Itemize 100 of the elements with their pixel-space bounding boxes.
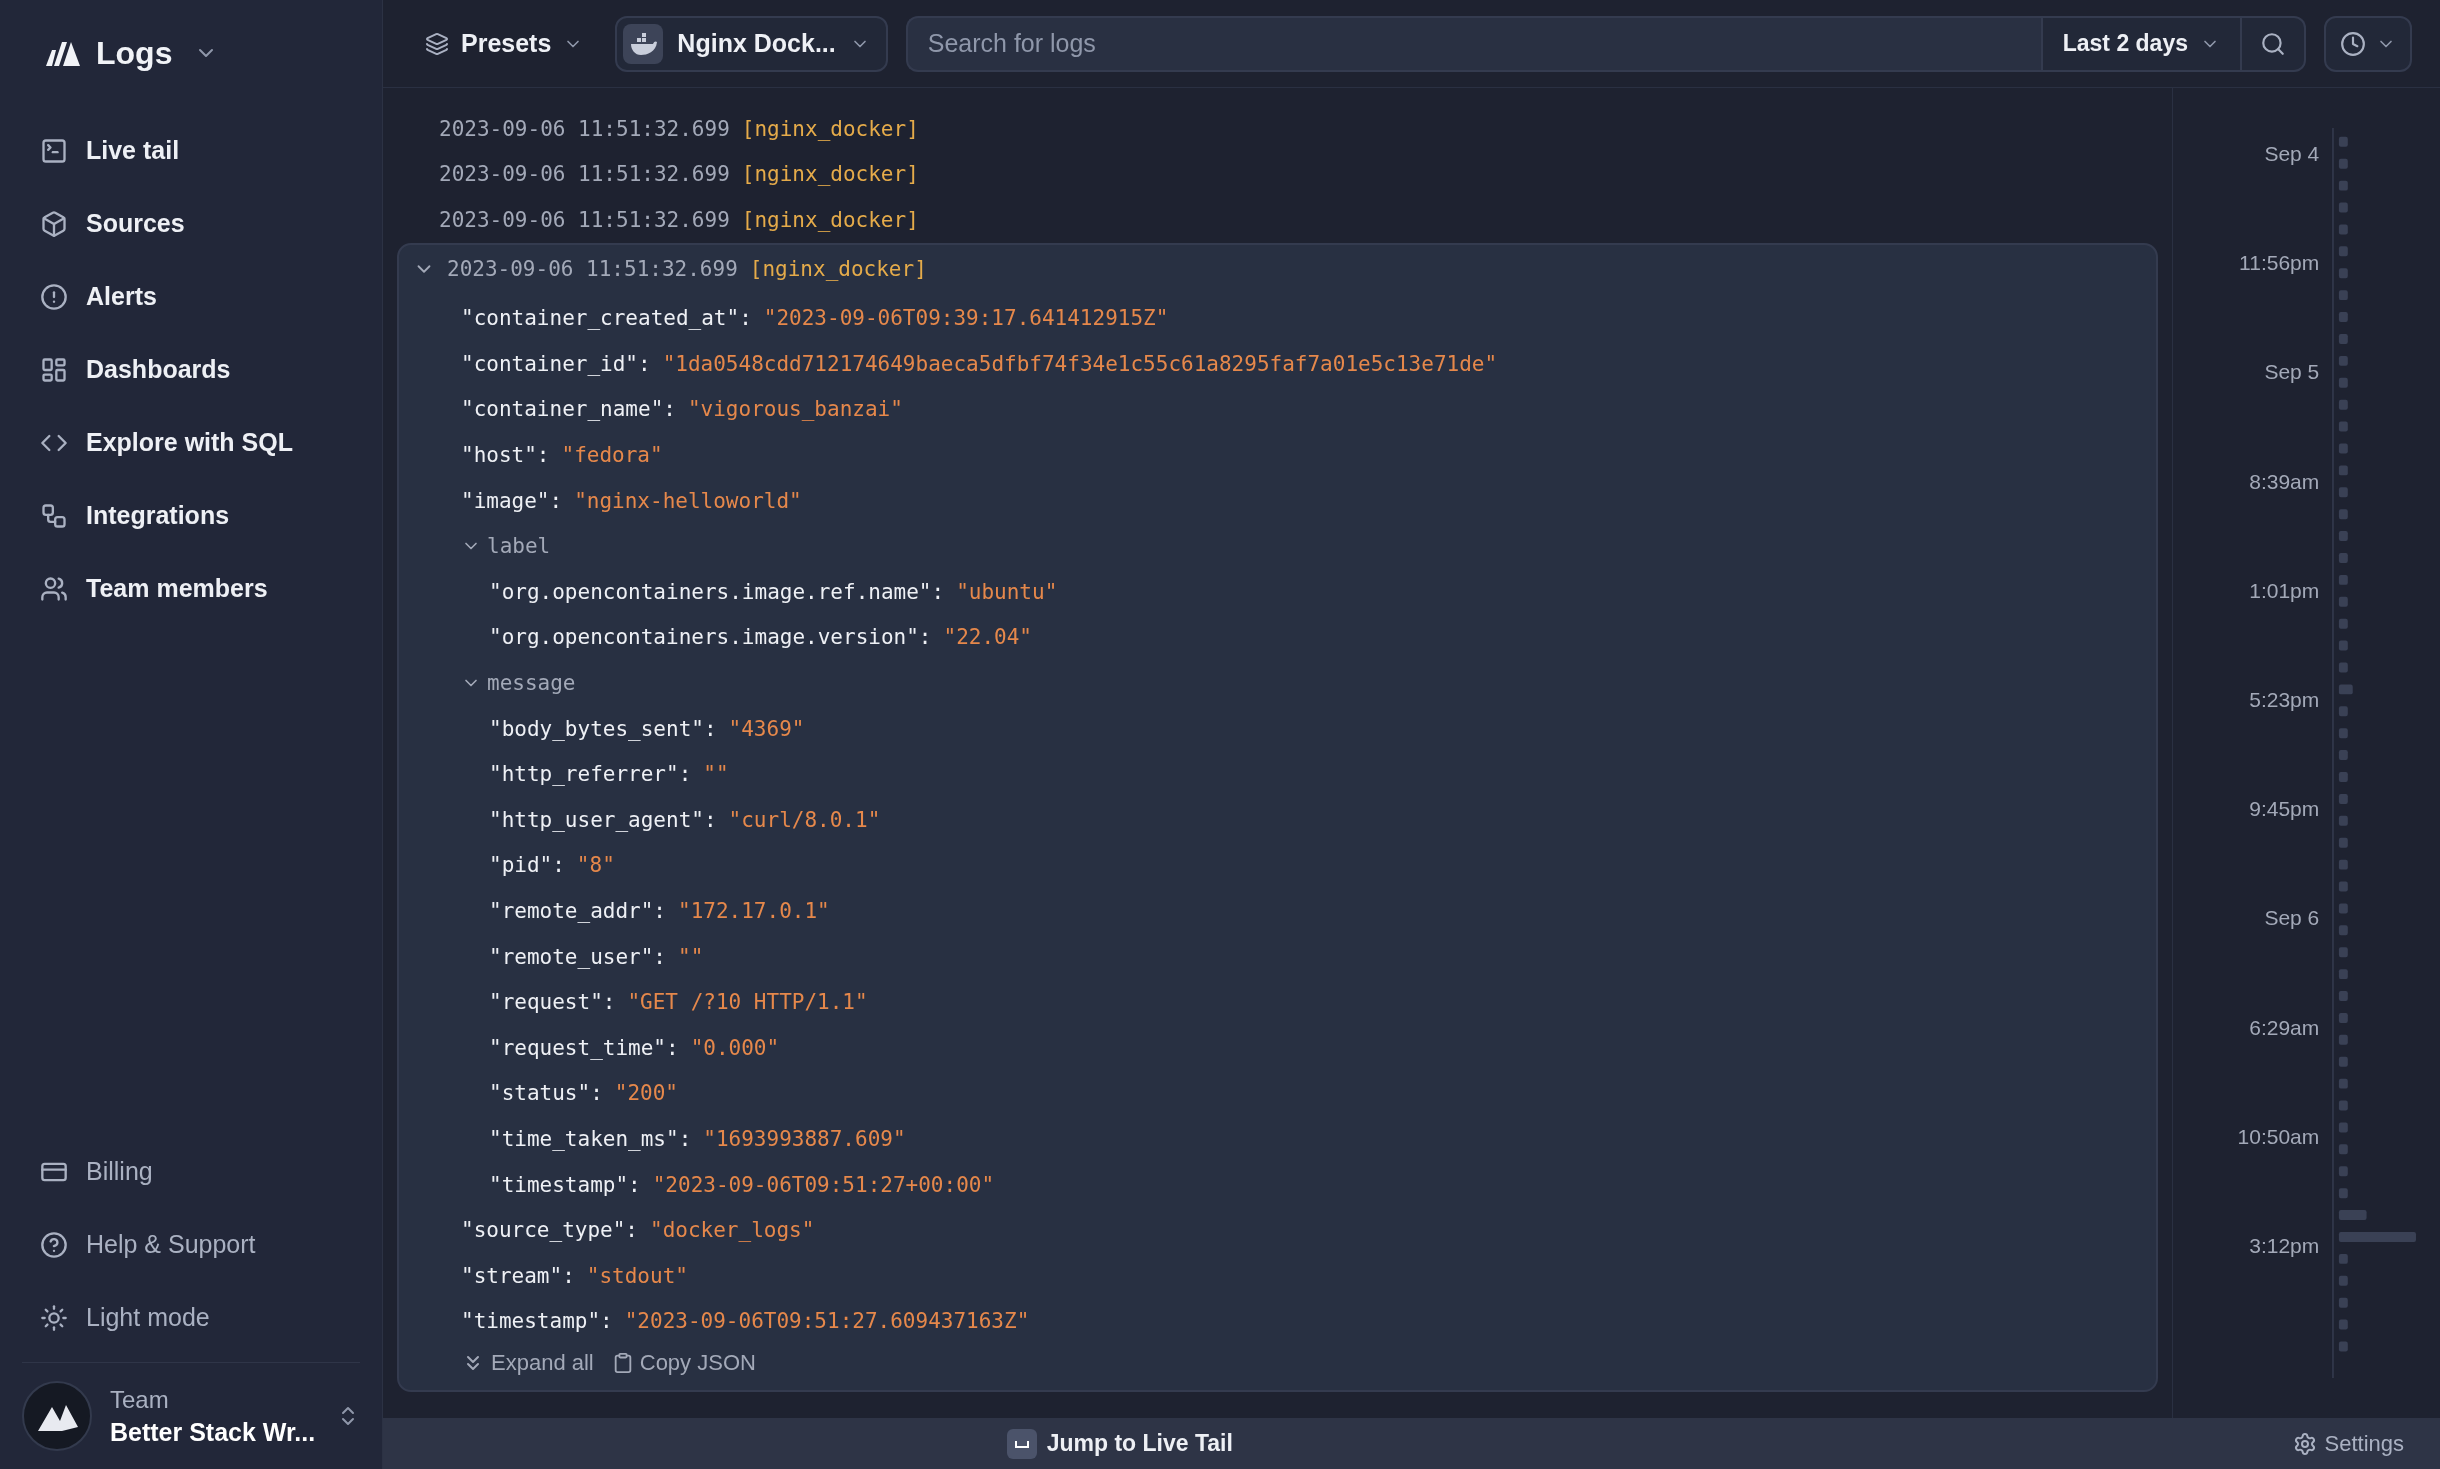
nav-label: Billing: [86, 1157, 153, 1186]
log-time: 2023-09-06 11:51:32.699: [447, 257, 738, 281]
histogram-bar: [2339, 333, 2349, 344]
histogram-bar: [2339, 1275, 2349, 1286]
help-icon: [40, 1230, 68, 1259]
team-avatar[interactable]: [22, 1381, 92, 1451]
histogram-bar: [2339, 268, 2349, 279]
nav-label: Integrations: [86, 501, 230, 530]
histogram-bar: [2339, 1100, 2349, 1111]
field-value: "": [703, 762, 729, 787]
timeline-label: 8:39am: [2249, 469, 2320, 494]
group-toggle[interactable]: message: [461, 671, 576, 696]
time-menu-button[interactable]: [2324, 15, 2412, 72]
presets-button[interactable]: Presets: [411, 15, 598, 72]
log-source: [nginx_docker]: [741, 116, 919, 141]
users-icon: [40, 574, 68, 603]
search-field[interactable]: Search for logs: [905, 15, 2041, 72]
histogram-bar: [2339, 618, 2349, 629]
log-source: [nginx_docker]: [749, 257, 927, 281]
nav-item[interactable]: Explore with SQL: [22, 410, 360, 475]
nav-item[interactable]: Dashboards: [22, 337, 360, 402]
histogram-bar: [2339, 596, 2349, 607]
field-value: "1693993887.609": [703, 1127, 906, 1151]
histogram-bar: [2339, 837, 2349, 848]
histogram-bar: [2339, 1166, 2349, 1177]
histogram-bar: [2339, 1253, 2349, 1264]
group-toggle[interactable]: label: [461, 534, 551, 559]
nav-item[interactable]: Help & Support: [22, 1212, 360, 1277]
timeline-label: 6:29am: [2249, 1015, 2320, 1040]
histogram-bar: [2339, 947, 2349, 958]
settings-button[interactable]: Settings: [2286, 1429, 2410, 1458]
field-key: "http_user_agent":: [489, 807, 717, 832]
histogram-bar: [2339, 881, 2349, 892]
field-key: "host":: [461, 443, 550, 468]
field-key: "container_created_at":: [461, 306, 752, 331]
histogram-bar: [2339, 1341, 2349, 1352]
histogram-bar: [2339, 355, 2349, 366]
field-key: "request_time":: [489, 1035, 679, 1060]
clock-icon: [2340, 30, 2366, 57]
nav-label: Light mode: [86, 1303, 210, 1332]
log-row[interactable]: 2023-09-06 11:51:32.699 [nginx_docker]: [397, 106, 2158, 152]
field-key: "timestamp":: [489, 1172, 641, 1197]
field-value: "curl/8.0.1": [728, 807, 881, 832]
histogram-bar: [2339, 1056, 2349, 1067]
field-key: "source_type":: [461, 1218, 638, 1243]
nav-item[interactable]: Sources: [22, 191, 360, 256]
timeline-label: 9:45pm: [2249, 797, 2320, 822]
field-key: "org.opencontainers.image.version":: [489, 625, 932, 650]
histogram-bar: [2339, 640, 2349, 651]
log-time: 2023-09-06 11:51:32.699: [439, 162, 730, 187]
histogram-bar: [2339, 399, 2349, 410]
histogram-bar: [2339, 158, 2349, 169]
field-value: "22.04": [943, 625, 1033, 650]
dashboard-icon: [40, 355, 68, 384]
field-key: "request":: [489, 990, 616, 1015]
histogram-bar: [2339, 509, 2349, 520]
histogram-bar: [2339, 815, 2349, 826]
nav-item[interactable]: Integrations: [22, 483, 360, 548]
field-value: "nginx-helloworld": [574, 488, 802, 513]
copy-json-button[interactable]: Copy JSON: [611, 1350, 756, 1377]
field-key: "http_referrer":: [489, 762, 692, 787]
histogram-bar: [2339, 377, 2349, 388]
field-value: "8": [576, 853, 615, 878]
field-value: "0.000": [690, 1035, 780, 1060]
alert-icon: [40, 282, 68, 311]
field-key: "body_bytes_sent":: [489, 716, 717, 741]
nav-item[interactable]: Light mode: [22, 1285, 360, 1350]
log-row[interactable]: 2023-09-06 11:51:32.699 [nginx_docker]: [397, 151, 2158, 197]
nav-label: Live tail: [86, 136, 180, 165]
field-value: "ubuntu": [956, 579, 1058, 604]
histogram-bar: [2339, 312, 2349, 323]
nav-item[interactable]: Billing: [22, 1139, 360, 1204]
field-key: "remote_user":: [489, 944, 666, 969]
sun-icon: [40, 1303, 68, 1332]
histogram-bar: [2339, 903, 2349, 914]
field-value: "2023-09-06T09:51:27+00:00": [652, 1172, 995, 1197]
field-key: "org.opencontainers.image.ref.name":: [489, 579, 945, 604]
source-dropdown[interactable]: Nginx Dock...: [615, 15, 888, 72]
field-key: "container_id":: [461, 351, 651, 376]
histogram-bar: [2339, 1297, 2349, 1308]
field-key: "remote_addr":: [489, 899, 666, 923]
network-icon: [40, 501, 68, 530]
field-value: "docker_logs": [650, 1218, 815, 1243]
field-key: "image":: [461, 488, 563, 513]
nav-item[interactable]: Live tail: [22, 118, 360, 183]
whale-icon: [623, 23, 664, 64]
search-button[interactable]: [2242, 15, 2306, 72]
expand-all-button[interactable]: Expand all: [461, 1350, 594, 1377]
histogram-bar: [2339, 1012, 2349, 1023]
settings-icon: [2292, 1431, 2317, 1456]
range-dropdown[interactable]: Last 2 days: [2040, 15, 2242, 72]
terminal-icon: [40, 136, 68, 165]
log-row[interactable]: 2023-09-06 11:51:32.699 [nginx_docker]: [397, 197, 2158, 243]
nav-item[interactable]: Team members: [22, 556, 360, 621]
nav-label: Dashboards: [86, 355, 231, 384]
jump-to-live-tail-button[interactable]: Jump to Live Tail: [1000, 1427, 1239, 1460]
histogram-bar: [2339, 662, 2349, 673]
nav-item[interactable]: Alerts: [22, 264, 360, 329]
histogram-bar: [2339, 1034, 2349, 1045]
space-key-icon: [1006, 1428, 1037, 1459]
